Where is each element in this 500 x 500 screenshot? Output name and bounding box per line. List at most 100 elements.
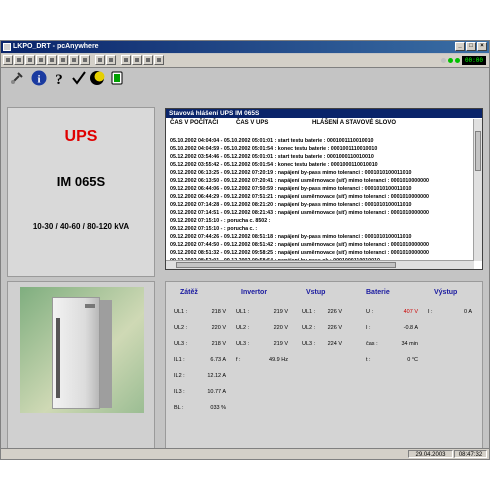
reading-label: f : [236, 357, 241, 363]
tools-icon[interactable] [9, 70, 25, 86]
message-line[interactable]: 05.12.2002 03:55:42 - 05.12.2002 05:01:5… [170, 161, 472, 169]
message-line[interactable]: 09.12.2002 06:44:06 - 09.12.2002 07:50:5… [170, 185, 472, 193]
reading-value: 226 V [327, 325, 342, 331]
reading-label: UL2 : [302, 325, 316, 331]
toolbar-button-14[interactable] [154, 55, 164, 65]
horizontal-scrollbar[interactable] [166, 260, 474, 269]
toolbar-button-9[interactable] [95, 55, 105, 65]
reading-value: 224 V [327, 341, 342, 347]
message-line[interactable]: 09.12.2002 06:13:50 - 09.12.2002 07:20:4… [170, 177, 472, 185]
scroll-thumb[interactable] [475, 131, 481, 171]
messages-header: ČAS V POČÍTAČI ČAS V UPS HLÁŠENÍ A STAVO… [170, 120, 472, 129]
toolbar-button-12[interactable] [132, 55, 142, 65]
reading-value: 12.12 A [207, 373, 226, 379]
ups-info-panel: UPS IM 065S 10-30 / 40-60 / 80-120 kVA [7, 107, 155, 277]
message-line[interactable]: 05.10.2002 04:04:59 - 05.10.2002 05:01:5… [170, 145, 472, 153]
reading-value: 218 V [211, 341, 226, 347]
title-bar[interactable]: LKPO_DRT - pcAnywhere _ □ × [1, 41, 489, 53]
moon-icon[interactable] [89, 70, 105, 86]
message-line[interactable]: 09.12.2002 07:44:50 - 09.12.2002 08:51:4… [170, 241, 472, 249]
reading-label: BL : [174, 405, 184, 411]
status-messages-panel: Stavová hlášení UPS IM 065S ČAS V POČÍTA… [165, 108, 483, 270]
toolbar-button-1[interactable] [3, 55, 13, 65]
load-reading: UL1 : 218 V [174, 308, 226, 316]
ups-cabinet [52, 297, 112, 409]
reading-value: 219 V [273, 341, 288, 347]
toolbar: 00:00 [1, 54, 489, 68]
message-line[interactable]: 05.10.2002 04:04:04 - 05.10.2002 05:01:0… [170, 137, 472, 145]
scroll-thumb[interactable] [176, 262, 396, 268]
reading-value: 220 V [273, 325, 288, 331]
toolbar-button-4[interactable] [36, 55, 46, 65]
reading-value: 34 min [401, 341, 418, 347]
reading-value: 49.9 Hz [269, 357, 288, 363]
svg-text:?: ? [55, 72, 63, 86]
group-output-title: Výstup [434, 289, 458, 296]
column-ups-time: ČAS V UPS [236, 120, 269, 126]
battery-reading: I : -0.8 A [366, 324, 418, 332]
reading-label: IL1 : [174, 357, 185, 363]
reading-label: UL1 : [302, 309, 316, 315]
message-line[interactable]: 09.12.2002 07:44:26 - 09.12.2002 08:51:1… [170, 233, 472, 241]
measurements-panel: Zátěž Invertor Vstup Baterie Výstup UL1 … [165, 281, 483, 451]
vertical-scrollbar[interactable] [473, 119, 482, 261]
maximize-button[interactable]: □ [466, 42, 476, 51]
ups-title: UPS [64, 128, 98, 145]
info-icon[interactable]: i [31, 70, 47, 86]
status-time: 08:47:32 [454, 450, 487, 458]
status-led-icon [447, 58, 453, 63]
message-line[interactable]: 05.12.2002 03:54:46 - 05.12.2002 05:01:0… [170, 153, 472, 161]
battery-reading: t : 0 °C [366, 356, 418, 364]
reading-label: IL3 : [174, 389, 185, 395]
toolbar-button-3[interactable] [25, 55, 35, 65]
reading-value: 220 V [211, 325, 226, 331]
battery-reading: U : 407 V [366, 308, 418, 316]
inverter-reading: f : 49.9 Hz [236, 356, 288, 364]
output-reading: I : 0 A [428, 308, 472, 316]
message-line[interactable]: 09.12.2002 06:13:25 - 09.12.2002 07:20:1… [170, 169, 472, 177]
toolbar-button-6[interactable] [58, 55, 68, 65]
reading-value: 226 V [327, 309, 342, 315]
app-icon[interactable] [3, 43, 11, 51]
message-line[interactable]: 09.12.2002 07:14:51 - 09.12.2002 08:21:4… [170, 209, 472, 217]
reading-label: UL3 : [236, 341, 250, 347]
app-window: LKPO_DRT - pcAnywhere _ □ × 00:00 i ? UP… [0, 40, 490, 460]
toolbar-button-10[interactable] [106, 55, 116, 65]
message-line[interactable]: 09.12.2002 07:14:28 - 09.12.2002 08:21:2… [170, 201, 472, 209]
message-line[interactable]: 09.12.2002 06:44:29 - 09.12.2002 07:51:2… [170, 193, 472, 201]
message-line[interactable]: 09.12.2002 07:15:10 - : porucha c. : [170, 225, 472, 233]
battery-reading: čas : 34 min [366, 340, 418, 348]
reading-label: UL2 : [236, 325, 250, 331]
reading-label: t : [366, 357, 371, 363]
group-input-title: Vstup [306, 289, 326, 296]
message-line[interactable]: 09.12.2002 07:15:10 - : porucha c. 8502 … [170, 217, 472, 225]
svg-text:i: i [37, 74, 40, 86]
reading-value: 6.73 A [210, 357, 226, 363]
messages-list[interactable]: 05.10.2002 04:04:04 - 05.10.2002 05:01:0… [170, 137, 472, 261]
reading-value: 0 A [464, 309, 472, 315]
toolbar-button-5[interactable] [47, 55, 57, 65]
minimize-button[interactable]: _ [455, 42, 465, 51]
session-clock: 00:00 [461, 56, 486, 65]
group-load-title: Zátěž [180, 289, 198, 296]
group-inverter-title: Invertor [241, 289, 268, 296]
reading-label: UL2 : [174, 325, 188, 331]
close-button[interactable]: × [477, 42, 487, 51]
toolbar-button-2[interactable] [14, 55, 24, 65]
toolbar-button-13[interactable] [143, 55, 153, 65]
column-message: HLÁŠENÍ A STAVOVÉ SLOVO [312, 120, 397, 126]
reading-label: U : [366, 309, 374, 315]
reading-label: čas : [366, 341, 378, 347]
reading-value: -0.8 A [403, 325, 418, 331]
load-reading: BL : 033 % [174, 404, 226, 412]
column-pc-time: ČAS V POČÍTAČI [170, 120, 219, 126]
reading-value: 0 °C [407, 357, 418, 363]
message-line[interactable]: 09.12.2002 08:51:32 - 09.12.2002 09:58:2… [170, 249, 472, 257]
toolbar-button-7[interactable] [69, 55, 79, 65]
reading-value: 10.77 A [207, 389, 226, 395]
help-icon[interactable]: ? [51, 70, 67, 86]
toolbar-button-11[interactable] [121, 55, 131, 65]
check-icon[interactable] [71, 70, 87, 86]
toolbar-button-8[interactable] [80, 55, 90, 65]
battery-icon[interactable] [109, 70, 125, 86]
